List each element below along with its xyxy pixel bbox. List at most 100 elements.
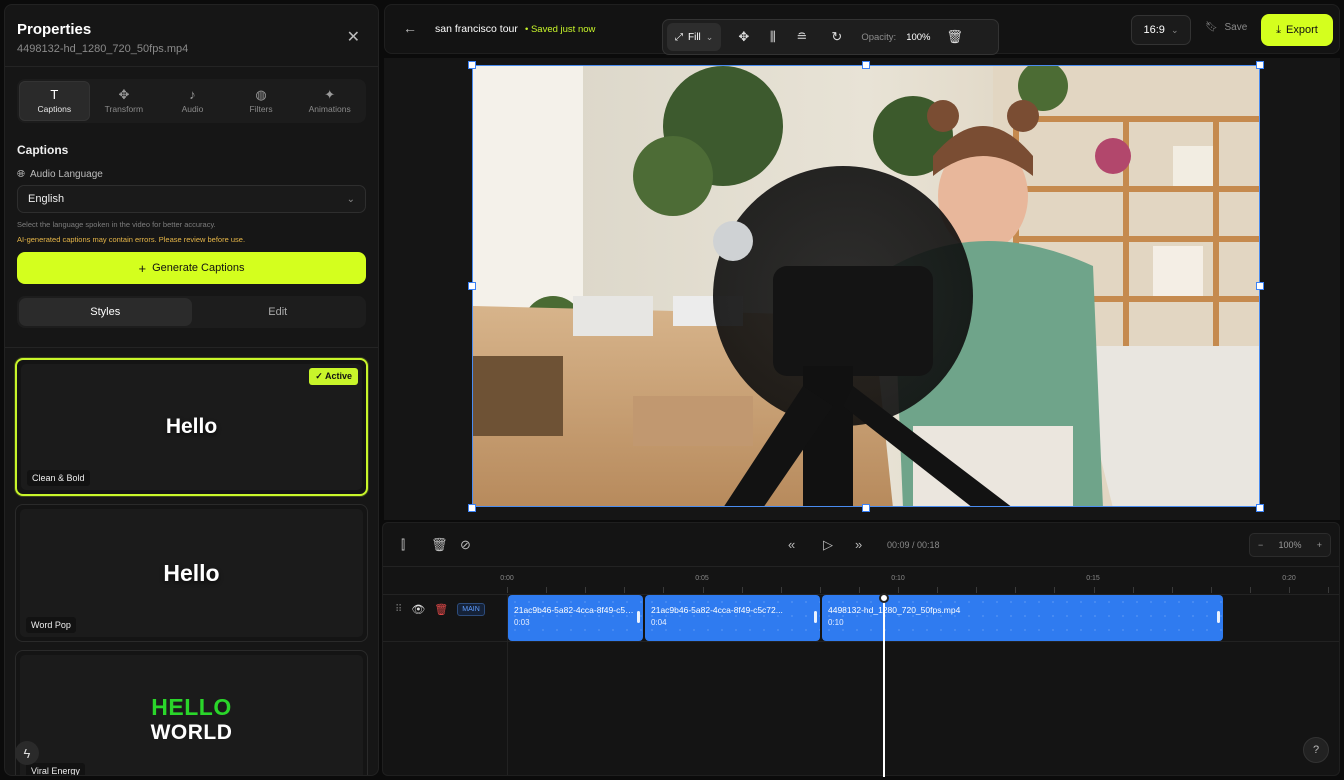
zoom-control: − 100% + [1249,533,1331,557]
opacity-label: Opacity: [861,31,897,43]
style-card-viral-energy[interactable]: HELLO WORLD Viral Energy [15,650,368,775]
move-icon[interactable]: ✥ [729,29,758,45]
clip-trim-handle[interactable] [814,611,817,623]
tab-transform[interactable]: ✥ Transform [90,81,159,121]
rewind-icon[interactable]: « [788,537,795,552]
split-icon[interactable]: ⫿ [401,537,405,553]
preview-text: Hello [163,559,220,586]
clip-trim-handle[interactable] [637,611,640,623]
trash-icon[interactable]: 🗑︎ [434,603,448,616]
chevron-down-icon: ⌄ [705,31,714,42]
timeline-controls: ⫿ 🗑︎ ⊘ « ▷ » 00:09 / 00:18 − 100% + [383,523,1339,567]
resize-handle-se[interactable] [1256,504,1264,512]
captions-section-title: Captions [17,143,69,157]
fill-dropdown[interactable]: ⤢ Fill ⌄ [667,23,722,51]
timeline-clip[interactable]: 21ac9b46-5a82-4cca-8f49-c5c72... 0:04 [645,595,820,641]
style-card-clean-bold[interactable]: Hello ✓ Active Clean & Bold [15,358,368,496]
tab-label: Transform [104,104,144,114]
fast-forward-icon[interactable]: » [855,537,862,552]
preview-text: Hello [165,415,218,438]
ruler-tick [780,587,782,593]
style-preview: HELLO WORLD [20,655,363,775]
generate-captions-button[interactable]: + Generate Captions [17,252,366,284]
ruler-tick [1093,587,1095,593]
language-select[interactable]: English ⌄ [17,185,366,213]
edit-tab[interactable]: Edit [192,298,365,326]
move-icon: ✥ [118,87,130,102]
fill-label: Fill [688,31,701,43]
play-icon[interactable]: ▷ [823,537,833,553]
eye-icon[interactable]: 👁︎ [411,603,425,616]
help-icon[interactable]: ? [1303,737,1329,763]
disable-icon[interactable]: ⊘ [460,537,471,553]
tab-audio[interactable]: ♪ Audio [158,81,227,121]
tab-captions[interactable]: T Captions [19,81,90,121]
styles-edit-toggle: Styles Edit [17,296,366,328]
resize-handle-e[interactable] [1256,282,1264,290]
trash-icon[interactable]: 🗑︎ [940,29,969,45]
style-name: Clean & Bold [27,470,90,486]
style-card-word-pop[interactable]: Hello Word Pop [15,504,368,642]
trash-icon[interactable]: 🗑︎ [431,537,448,553]
bookmark-icon: 🔖︎ [1205,22,1218,33]
project-name[interactable]: san francisco tour [435,23,518,35]
clip-duration: 0:04 [651,618,667,627]
preview-canvas [384,58,1340,520]
ai-warning-text: AI-generated captions may contain errors… [17,235,246,244]
ruler-label: 0:20 [1282,575,1296,582]
resize-handle-ne[interactable] [1256,61,1264,69]
ruler-tick [741,587,743,593]
video-editor-app: Properties 4498132-hd_1280_720_50fps.mp4… [0,0,1344,780]
video-still [473,66,1259,506]
ruler-tick [1210,587,1212,593]
video-frame[interactable] [472,65,1260,507]
align-vertical-icon[interactable]: ≘ [787,29,816,45]
ruler-tick [1289,587,1290,593]
styles-tab[interactable]: Styles [19,298,192,326]
opacity-value[interactable]: 100% [906,32,940,43]
resize-handle-s[interactable] [862,504,870,512]
ruler-tick [1328,587,1330,593]
audio-language-text: Audio Language [30,169,103,180]
active-badge: ✓ Active [309,368,358,385]
playhead-knob[interactable] [879,593,889,603]
resize-handle-n[interactable] [862,61,870,69]
resize-handle-w[interactable] [468,282,476,290]
text-icon: T [50,87,59,102]
save-button[interactable]: 🔖︎ Save [1205,22,1247,33]
arrow-left-icon[interactable]: ← [403,20,417,36]
tab-filters[interactable]: ◍ Filters [227,81,296,121]
style-name: Word Pop [26,617,76,633]
clip-name: 4498132-hd_1280_720_50fps.mp4 [828,605,961,615]
zoom-in-icon[interactable]: + [1317,540,1322,550]
preview-text-line2: WORLD [150,720,233,744]
clip-trim-handle[interactable] [1217,611,1220,623]
playhead[interactable] [879,593,889,777]
ruler-tick [546,587,548,593]
tab-label: Captions [37,104,72,114]
audio-language-label: 🌐︎ Audio Language [17,169,366,180]
tab-animations[interactable]: ✦ Animations [295,81,364,121]
close-icon[interactable]: ✕ [347,27,360,47]
zoom-out-icon[interactable]: − [1258,540,1263,550]
ruler-tick [585,587,587,593]
ruler-tick [937,587,939,593]
resize-handle-sw[interactable] [468,504,476,512]
lightning-icon[interactable]: ϟ [15,741,39,765]
ruler-tick [898,587,899,593]
clip-duration: 0:03 [514,618,530,627]
aspect-ratio-select[interactable]: 16:9 ⌄ [1131,15,1191,45]
tab-label: Audio [181,104,204,114]
resize-handle-nw[interactable] [468,61,476,69]
timeline-clip[interactable]: 21ac9b46-5a82-4cca-8f49-c5c72... 0:03 [508,595,643,641]
language-value: English [28,193,65,205]
caption-styles-list: Hello ✓ Active Clean & Bold Hello Word P… [5,347,378,775]
drag-handle-icon[interactable]: ⠿ [395,604,402,615]
save-label: Save [1224,22,1248,33]
time-ruler[interactable]: 0:00 0:05 0:10 0:15 0:20 [383,567,1339,595]
rotate-icon[interactable]: ↻ [822,29,851,45]
properties-panel: Properties 4498132-hd_1280_720_50fps.mp4… [4,4,379,776]
align-horizontal-icon[interactable]: ⫼ [758,29,787,45]
export-button[interactable]: ⤓ Export [1261,14,1333,46]
ruler-label: 0:00 [500,575,514,582]
